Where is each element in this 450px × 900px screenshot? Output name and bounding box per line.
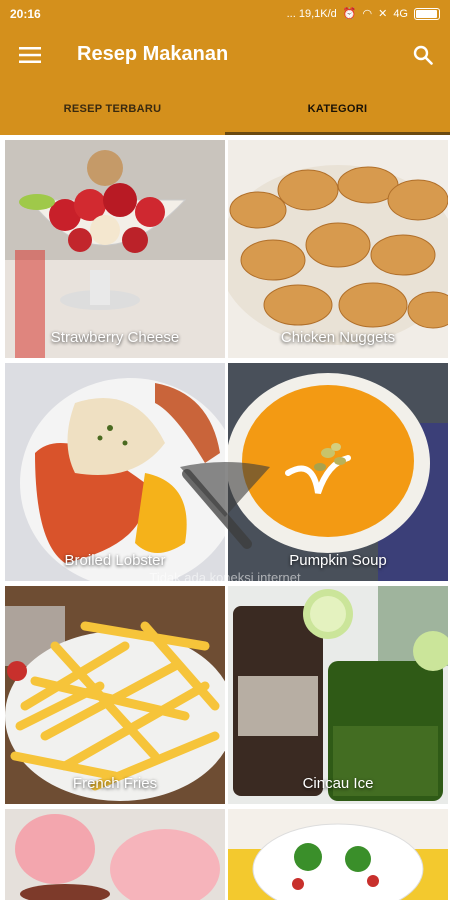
search-icon[interactable] [395,27,450,82]
recipe-card-7[interactable] [5,809,225,900]
cincau-ice-image [228,586,448,804]
app-title: Resep Makanan [77,43,229,65]
silent-icon: ✕ [378,8,388,20]
hamburger-menu-icon[interactable] [0,27,60,82]
offline-message: Tidak ada koneksi internet [149,570,301,585]
recipe-card-cincau-ice[interactable]: Cincau Ice [228,586,448,804]
recipe-card-8[interactable] [228,809,448,900]
wifi-icon: ◠ [362,8,373,20]
recipe-name: French Fries [72,775,158,792]
recipe-card-french-fries[interactable]: French Fries [5,586,225,804]
recipe-8-image [228,809,448,900]
recipe-7-image [5,809,225,900]
tab-resep-terbaru[interactable]: RESEP TERBARU [0,82,225,135]
signal-label: 4G [393,7,408,20]
recipe-name: Broiled Lobster [64,552,166,569]
app-bar: Resep Makanan [0,27,450,82]
status-icons: ... 19,1K/d ⏰ ◠ ✕ 4G [287,7,440,20]
french-fries-image [5,586,225,804]
recipe-name: Strawberry Cheese [50,329,180,346]
tab-kategori[interactable]: KATEGORI [225,82,450,135]
recipe-name: Pumpkin Soup [289,552,387,569]
no-connection-icon [180,462,270,549]
recipe-card-strawberry-cheese[interactable]: Strawberry Cheese [5,140,225,358]
chicken-nuggets-image [228,140,448,358]
recipe-name: Cincau Ice [302,775,374,792]
battery-icon [414,7,440,20]
strawberry-cheese-image [5,140,225,358]
recipe-card-chicken-nuggets[interactable]: Chicken Nuggets [228,140,448,358]
tab-bar: RESEP TERBARU KATEGORI [0,82,450,135]
status-bar: 20:16 ... 19,1K/d ⏰ ◠ ✕ 4G [0,0,450,27]
network-speed: ... 19,1K/d [286,7,337,20]
alarm-icon: ⏰ [342,8,357,20]
recipe-name: Chicken Nuggets [280,329,396,346]
status-time: 20:16 [10,6,41,21]
